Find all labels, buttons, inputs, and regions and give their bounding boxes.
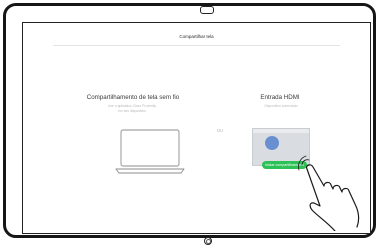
wireless-share-subtitle-line2: em seu dispositivo	[118, 108, 146, 113]
hdmi-preview-content	[265, 136, 279, 150]
hdmi-preview-toolbar	[253, 129, 309, 133]
wireless-share-title: Compartilhamento de tela sem fio	[86, 94, 180, 101]
tap-hand-icon	[298, 155, 360, 231]
wireless-share-subtitle: Use o aplicativo Cisco Proximity em seu …	[87, 104, 177, 113]
camera-icon	[200, 6, 214, 14]
or-label: OU	[216, 128, 224, 133]
hdmi-input-title: Entrada HDMI	[260, 94, 300, 101]
hdmi-input-subtitle: Dispositivo conectado	[264, 104, 298, 108]
page-title: Compartilhar tela	[179, 34, 214, 39]
header-divider	[53, 45, 340, 46]
laptop-icon	[115, 129, 185, 174]
touch-screen: Compartilhar tela Compartilhamento de te…	[22, 22, 371, 234]
device-frame: Compartilhar tela Compartilhamento de te…	[3, 3, 376, 245]
